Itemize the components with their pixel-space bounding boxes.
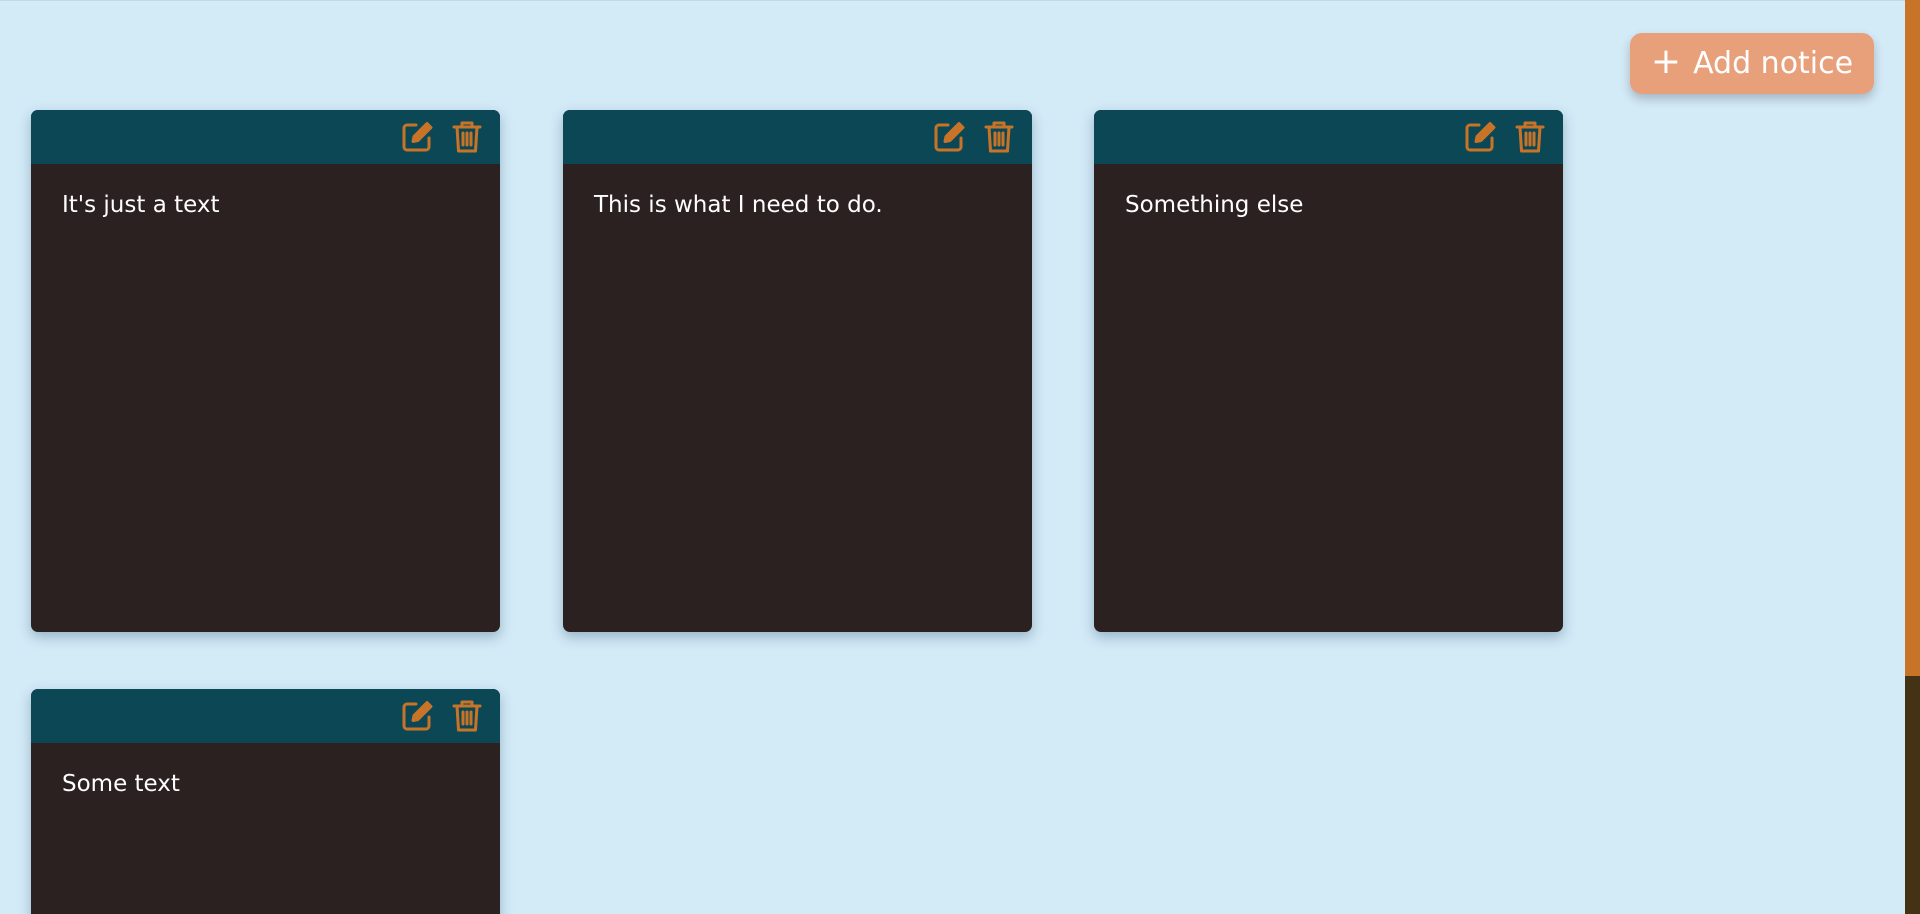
notice-text: Some text (62, 771, 180, 797)
notice-text: This is what I need to do. (594, 192, 883, 218)
add-notice-label: Add notice (1693, 46, 1854, 81)
edit-icon[interactable] (398, 118, 436, 156)
notice-header (563, 110, 1032, 164)
notice-card: Something else (1094, 110, 1563, 632)
edit-icon[interactable] (398, 697, 436, 735)
notice-header (31, 110, 500, 164)
notice-header (1094, 110, 1563, 164)
notice-card: Some text (31, 689, 500, 914)
trash-icon[interactable] (448, 118, 486, 156)
edit-icon[interactable] (1461, 118, 1499, 156)
edit-icon[interactable] (930, 118, 968, 156)
trash-icon[interactable] (1511, 118, 1549, 156)
notice-text: It's just a text (62, 192, 220, 218)
scrollbar[interactable] (1905, 0, 1920, 914)
plus-icon: + (1650, 41, 1682, 82)
scrollbar-thumb[interactable] (1905, 0, 1920, 676)
notice-card: It's just a text (31, 110, 500, 632)
trash-icon[interactable] (448, 697, 486, 735)
trash-icon[interactable] (980, 118, 1018, 156)
notice-text: Something else (1125, 192, 1304, 218)
notice-card: This is what I need to do. (563, 110, 1032, 632)
notice-header (31, 689, 500, 743)
top-border (0, 0, 1905, 1)
add-notice-button[interactable]: + Add notice (1630, 33, 1874, 94)
